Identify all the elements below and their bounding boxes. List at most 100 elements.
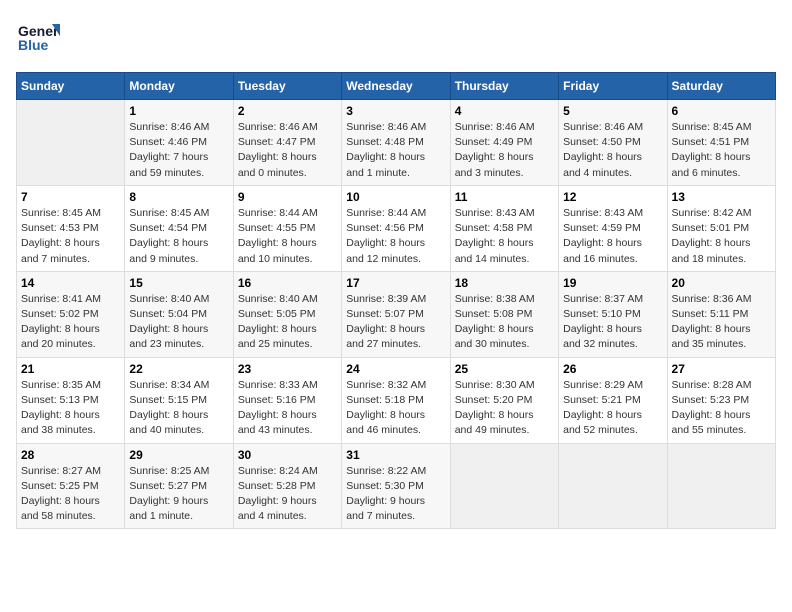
- day-number: 12: [563, 190, 662, 204]
- calendar-cell: 21 Sunrise: 8:35 AM Sunset: 5:13 PM Dayli…: [17, 357, 125, 443]
- day-info: Sunrise: 8:27 AM Sunset: 5:25 PM Dayligh…: [21, 464, 120, 525]
- day-number: 13: [672, 190, 771, 204]
- day-number: 30: [238, 448, 337, 462]
- day-number: 24: [346, 362, 445, 376]
- calendar-cell: 16Sunrise: 8:40 AM Sunset: 5:05 PM Dayli…: [233, 271, 341, 357]
- calendar-week-row: 1Sunrise: 8:46 AM Sunset: 4:46 PM Daylig…: [17, 100, 776, 186]
- calendar-cell: 2Sunrise: 8:46 AM Sunset: 4:47 PM Daylig…: [233, 100, 341, 186]
- calendar-cell: 14 Sunrise: 8:41 AM Sunset: 5:02 PM Dayli…: [17, 271, 125, 357]
- day-number: 5: [563, 104, 662, 118]
- day-info: Sunrise: 8:24 AM Sunset: 5:28 PM Dayligh…: [238, 464, 337, 525]
- calendar-cell: [450, 443, 558, 529]
- calendar-cell: 28 Sunrise: 8:27 AM Sunset: 5:25 PM Dayli…: [17, 443, 125, 529]
- calendar-cell: 23 Sunrise: 8:33 AM Sunset: 5:16 PM Dayli…: [233, 357, 341, 443]
- day-info: Sunrise: 8:38 AM Sunset: 5:08 PM Dayligh…: [455, 292, 554, 353]
- calendar-cell: [17, 100, 125, 186]
- day-info: Sunrise: 8:41 AM Sunset: 5:02 PM Dayligh…: [21, 292, 120, 353]
- calendar-cell: 5Sunrise: 8:46 AM Sunset: 4:50 PM Daylig…: [559, 100, 667, 186]
- day-number: 21: [21, 362, 120, 376]
- day-info: Sunrise: 8:36 AM Sunset: 5:11 PM Dayligh…: [672, 292, 771, 353]
- day-info: Sunrise: 8:39 AM Sunset: 5:07 PM Dayligh…: [346, 292, 445, 353]
- calendar-table: SundayMondayTuesdayWednesdayThursdayFrid…: [16, 72, 776, 529]
- calendar-cell: 26 Sunrise: 8:29 AM Sunset: 5:21 PM Dayli…: [559, 357, 667, 443]
- header-day: Monday: [125, 73, 233, 100]
- day-info: Sunrise: 8:45 AM Sunset: 4:54 PM Dayligh…: [129, 206, 228, 267]
- calendar-cell: 22 Sunrise: 8:34 AM Sunset: 5:15 PM Dayli…: [125, 357, 233, 443]
- page-header: General Blue: [16, 16, 776, 60]
- day-info: Sunrise: 8:34 AM Sunset: 5:15 PM Dayligh…: [129, 378, 228, 439]
- day-info: Sunrise: 8:29 AM Sunset: 5:21 PM Dayligh…: [563, 378, 662, 439]
- calendar-cell: 19 Sunrise: 8:37 AM Sunset: 5:10 PM Dayli…: [559, 271, 667, 357]
- day-info: Sunrise: 8:40 AM Sunset: 5:05 PM Dayligh…: [238, 292, 337, 353]
- day-info: Sunrise: 8:22 AM Sunset: 5:30 PM Dayligh…: [346, 464, 445, 525]
- calendar-cell: [667, 443, 775, 529]
- svg-text:Blue: Blue: [18, 37, 49, 53]
- header-day: Saturday: [667, 73, 775, 100]
- day-number: 26: [563, 362, 662, 376]
- calendar-cell: 18 Sunrise: 8:38 AM Sunset: 5:08 PM Dayli…: [450, 271, 558, 357]
- day-number: 20: [672, 276, 771, 290]
- day-number: 28: [21, 448, 120, 462]
- calendar-cell: 15 Sunrise: 8:40 AM Sunset: 5:04 PM Dayli…: [125, 271, 233, 357]
- day-info: Sunrise: 8:43 AM Sunset: 4:58 PM Dayligh…: [455, 206, 554, 267]
- day-info: Sunrise: 8:46 AM Sunset: 4:46 PM Dayligh…: [129, 120, 228, 181]
- day-number: 19: [563, 276, 662, 290]
- calendar-cell: 8 Sunrise: 8:45 AM Sunset: 4:54 PM Daylig…: [125, 185, 233, 271]
- calendar-week-row: 28 Sunrise: 8:27 AM Sunset: 5:25 PM Dayli…: [17, 443, 776, 529]
- day-number: 15: [129, 276, 228, 290]
- day-info: Sunrise: 8:46 AM Sunset: 4:48 PM Dayligh…: [346, 120, 445, 181]
- day-info: Sunrise: 8:45 AM Sunset: 4:53 PM Dayligh…: [21, 206, 120, 267]
- calendar-cell: [559, 443, 667, 529]
- header-day: Sunday: [17, 73, 125, 100]
- day-info: Sunrise: 8:46 AM Sunset: 4:49 PM Dayligh…: [455, 120, 554, 181]
- day-number: 23: [238, 362, 337, 376]
- calendar-week-row: 7 Sunrise: 8:45 AM Sunset: 4:53 PM Daylig…: [17, 185, 776, 271]
- day-number: 9: [238, 190, 337, 204]
- day-number: 8: [129, 190, 228, 204]
- calendar-cell: 7 Sunrise: 8:45 AM Sunset: 4:53 PM Daylig…: [17, 185, 125, 271]
- calendar-cell: 31 Sunrise: 8:22 AM Sunset: 5:30 PM Dayli…: [342, 443, 450, 529]
- day-number: 10: [346, 190, 445, 204]
- day-number: 27: [672, 362, 771, 376]
- calendar-cell: 24 Sunrise: 8:32 AM Sunset: 5:18 PM Dayli…: [342, 357, 450, 443]
- calendar-cell: 13 Sunrise: 8:42 AM Sunset: 5:01 PM Dayli…: [667, 185, 775, 271]
- day-info: Sunrise: 8:46 AM Sunset: 4:47 PM Dayligh…: [238, 120, 337, 181]
- day-info: Sunrise: 8:33 AM Sunset: 5:16 PM Dayligh…: [238, 378, 337, 439]
- calendar-cell: 10 Sunrise: 8:44 AM Sunset: 4:56 PM Dayli…: [342, 185, 450, 271]
- logo: General Blue: [16, 16, 60, 60]
- header-day: Tuesday: [233, 73, 341, 100]
- day-number: 29: [129, 448, 228, 462]
- day-number: 3: [346, 104, 445, 118]
- day-number: 14: [21, 276, 120, 290]
- day-info: Sunrise: 8:30 AM Sunset: 5:20 PM Dayligh…: [455, 378, 554, 439]
- day-number: 6: [672, 104, 771, 118]
- calendar-cell: 27Sunrise: 8:28 AM Sunset: 5:23 PM Dayli…: [667, 357, 775, 443]
- day-number: 7: [21, 190, 120, 204]
- calendar-cell: 12Sunrise: 8:43 AM Sunset: 4:59 PM Dayli…: [559, 185, 667, 271]
- calendar-cell: 11 Sunrise: 8:43 AM Sunset: 4:58 PM Dayli…: [450, 185, 558, 271]
- calendar-cell: 3 Sunrise: 8:46 AM Sunset: 4:48 PM Daylig…: [342, 100, 450, 186]
- calendar-cell: 17 Sunrise: 8:39 AM Sunset: 5:07 PM Dayli…: [342, 271, 450, 357]
- calendar-week-row: 14 Sunrise: 8:41 AM Sunset: 5:02 PM Dayli…: [17, 271, 776, 357]
- day-info: Sunrise: 8:40 AM Sunset: 5:04 PM Dayligh…: [129, 292, 228, 353]
- day-info: Sunrise: 8:44 AM Sunset: 4:55 PM Dayligh…: [238, 206, 337, 267]
- calendar-cell: 29Sunrise: 8:25 AM Sunset: 5:27 PM Dayli…: [125, 443, 233, 529]
- calendar-cell: 20 Sunrise: 8:36 AM Sunset: 5:11 PM Dayli…: [667, 271, 775, 357]
- day-number: 25: [455, 362, 554, 376]
- day-number: 17: [346, 276, 445, 290]
- day-number: 11: [455, 190, 554, 204]
- day-number: 4: [455, 104, 554, 118]
- day-number: 18: [455, 276, 554, 290]
- day-info: Sunrise: 8:42 AM Sunset: 5:01 PM Dayligh…: [672, 206, 771, 267]
- calendar-header: SundayMondayTuesdayWednesdayThursdayFrid…: [17, 73, 776, 100]
- day-info: Sunrise: 8:44 AM Sunset: 4:56 PM Dayligh…: [346, 206, 445, 267]
- day-info: Sunrise: 8:32 AM Sunset: 5:18 PM Dayligh…: [346, 378, 445, 439]
- day-info: Sunrise: 8:35 AM Sunset: 5:13 PM Dayligh…: [21, 378, 120, 439]
- day-number: 31: [346, 448, 445, 462]
- day-number: 22: [129, 362, 228, 376]
- day-info: Sunrise: 8:37 AM Sunset: 5:10 PM Dayligh…: [563, 292, 662, 353]
- day-info: Sunrise: 8:45 AM Sunset: 4:51 PM Dayligh…: [672, 120, 771, 181]
- calendar-body: 1Sunrise: 8:46 AM Sunset: 4:46 PM Daylig…: [17, 100, 776, 529]
- calendar-cell: 25 Sunrise: 8:30 AM Sunset: 5:20 PM Dayli…: [450, 357, 558, 443]
- logo-icon: General Blue: [16, 16, 60, 60]
